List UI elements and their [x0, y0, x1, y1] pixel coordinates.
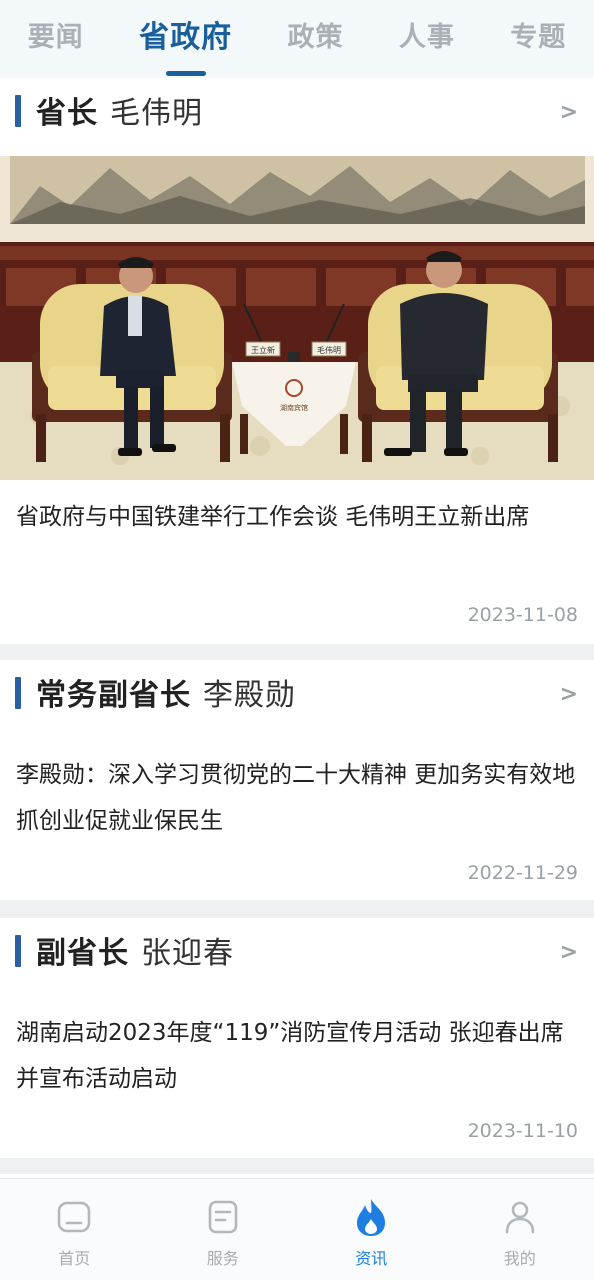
nav-news[interactable]: 资讯	[311, 1179, 431, 1280]
top-tab-bar: 要闻 省政府 政策 人事 专题	[0, 0, 594, 78]
governor-card: 省长 毛伟明 > 王立新 毛伟明 湖南宾馆 省政府与中国铁建举行工作会谈 毛伟明…	[0, 78, 594, 644]
chevron-right-icon[interactable]: >	[560, 100, 578, 125]
section-marker	[15, 677, 21, 709]
tab-provincial-government[interactable]: 省政府	[139, 0, 232, 78]
nameplate-left: 王立新	[251, 345, 275, 355]
nameplate-right: 毛伟明	[317, 345, 341, 355]
section-title: 常务副省长 李殿勋	[36, 670, 296, 714]
official-name: 李殿勋	[203, 678, 296, 713]
article-date: 2023-11-10	[467, 1120, 578, 1142]
service-icon	[203, 1197, 243, 1237]
role-label: 常务副省长	[36, 678, 191, 713]
nav-me[interactable]: 我的	[460, 1179, 580, 1280]
section-marker	[15, 95, 21, 127]
vice-governor-card: 副省长 张迎春 > 湖南启动2023年度“119”消防宣传月活动 张迎春出席并宣布…	[0, 918, 594, 1158]
section-title: 副省长 张迎春	[36, 928, 234, 972]
article-title[interactable]: 湖南启动2023年度“119”消防宣传月活动 张迎春出席并宣布活动启动	[16, 1010, 582, 1102]
tab-news[interactable]: 要闻	[28, 0, 84, 78]
executive-vice-governor-header[interactable]: 常务副省长 李殿勋 >	[0, 660, 594, 726]
home-icon	[54, 1197, 94, 1237]
vice-governor-header[interactable]: 副省长 张迎春 >	[0, 918, 594, 984]
section-title: 省长 毛伟明	[36, 88, 203, 132]
meeting-photo[interactable]: 王立新 毛伟明 湖南宾馆	[0, 156, 594, 480]
official-name: 毛伟明	[110, 96, 203, 131]
nav-home[interactable]: 首页	[14, 1179, 134, 1280]
nav-me-label: 我的	[503, 1249, 536, 1268]
executive-vice-governor-card: 常务副省长 李殿勋 > 李殿勋：深入学习贯彻党的二十大精神 更加务实有效地抓创业促…	[0, 660, 594, 900]
article-title[interactable]: 省政府与中国铁建举行工作会谈 毛伟明王立新出席	[16, 494, 582, 540]
chevron-right-icon[interactable]: >	[560, 940, 578, 965]
user-icon	[500, 1197, 540, 1237]
bottom-nav-bar: 首页 服务 资讯 我的	[0, 1178, 594, 1280]
tab-policy[interactable]: 政策	[287, 0, 343, 78]
article-title[interactable]: 李殿勋：深入学习贯彻党的二十大精神 更加务实有效地抓创业促就业保民生	[16, 752, 582, 844]
tab-personnel[interactable]: 人事	[399, 0, 455, 78]
chevron-right-icon[interactable]: >	[560, 682, 578, 707]
tab-special-topics[interactable]: 专题	[510, 0, 566, 78]
governor-header[interactable]: 省长 毛伟明 >	[0, 78, 594, 144]
role-label: 省长	[36, 96, 98, 131]
table-banner-text: 湖南宾馆	[280, 403, 308, 412]
nav-service-label: 服务	[206, 1249, 239, 1268]
article-date: 2023-11-08	[467, 604, 578, 626]
nav-home-label: 首页	[58, 1249, 91, 1268]
flame-icon	[351, 1197, 391, 1237]
nav-news-label: 资讯	[355, 1249, 388, 1268]
role-label: 副省长	[36, 936, 129, 971]
article-date: 2022-11-29	[467, 862, 578, 884]
nav-service[interactable]: 服务	[163, 1179, 283, 1280]
section-marker	[15, 935, 21, 967]
official-name: 张迎春	[141, 936, 234, 971]
